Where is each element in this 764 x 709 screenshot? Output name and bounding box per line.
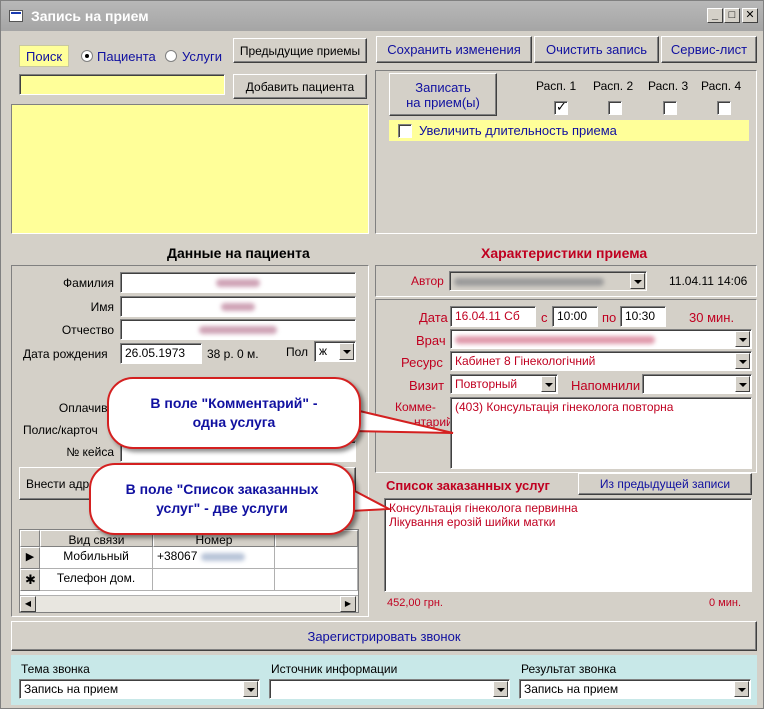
services-callout-line2: услуг" - две услуги (156, 500, 288, 516)
services-callout-line1: В поле "Список заказанных (125, 481, 319, 497)
comment-callout: В поле "Комментарий" - одна услуга (107, 377, 361, 449)
comment-callout-line2: одна услуга (192, 414, 276, 430)
services-callout: В поле "Список заказанных услуг" - две у… (89, 463, 355, 535)
services-callout-pointer (350, 487, 393, 513)
callout-pointers (350, 407, 454, 513)
comment-callout-line1: В поле "Комментарий" - (150, 395, 318, 411)
comment-callout-pointer (350, 407, 454, 434)
app-window: Запись на прием _ □ ✕ Поиск Пациента Усл… (0, 0, 764, 709)
